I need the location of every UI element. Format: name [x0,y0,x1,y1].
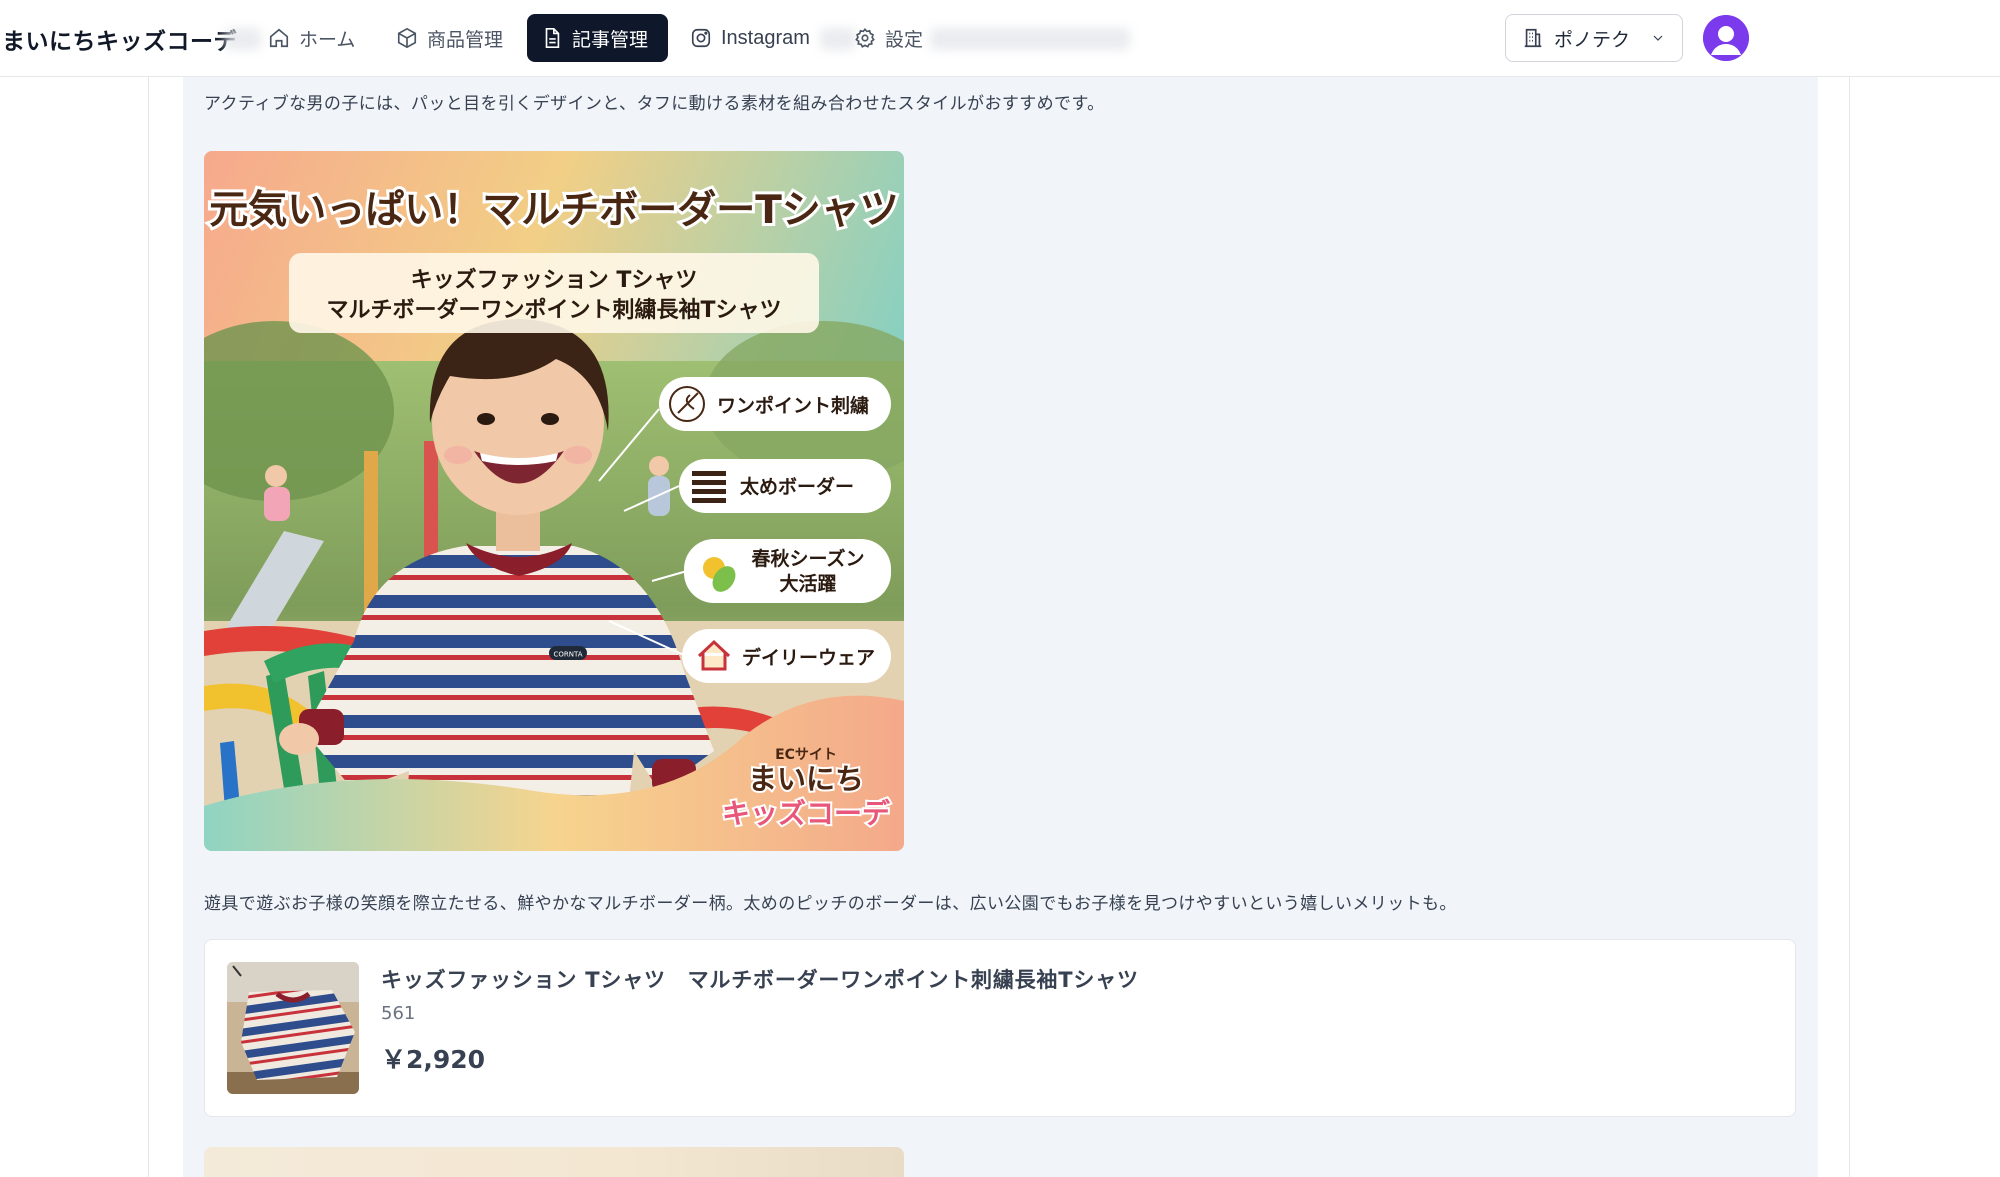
product-title[interactable]: キッズファッション Tシャツ マルチボーダーワンポイント刺繍長袖Tシャツ [381,964,1139,994]
nav-settings-label: 設定 [885,28,924,51]
box-icon [397,27,417,49]
badge-embroidery-label: ワンポイント刺繍 [717,394,869,417]
user-icon [1703,15,1749,61]
badge-season-label-2: 大活躍 [779,572,836,595]
hero-logo-small: ECサイト [775,747,837,763]
gear-icon [855,28,875,48]
badge-season: 春秋シーズン 大活躍 [684,539,891,603]
hero-logo-line1: まいにち [748,762,864,796]
hero-headline: 元気いっぱい！マルチボーダーTシャツ [209,188,899,233]
nav-articles[interactable]: 記事管理 [527,14,668,62]
article-hero-image: CORNTA 元気いっぱい！マルチボーダーTシャツ キッズファッション Tシャツ… [204,151,904,851]
nav-products[interactable]: 商品管理 [382,14,517,62]
product-card[interactable]: キッズファッション Tシャツ マルチボーダーワンポイント刺繍長袖Tシャツ 561… [204,939,1796,1117]
shirt-brand-tag: CORNTA [553,651,582,659]
next-article-image [204,1147,904,1177]
home-icon [269,28,289,48]
nav-products-label: 商品管理 [427,28,504,51]
product-thumbnail [227,962,359,1094]
badge-season-label-1: 春秋シーズン [751,547,864,570]
product-count: 561 [381,1003,416,1024]
blurred-label [930,28,1130,50]
badge-daily-wear-label: デイリーウェア [742,646,875,669]
hero-subtitle-line1: キッズファッション Tシャツ [411,267,698,293]
nav-settings[interactable]: 設定 [840,14,937,62]
badge-wide-stripe: 太めボーダー [679,459,891,513]
article-content: アクティブな男の子には、パッと目を引くデザインと、タフに動ける素材を組み合わせた… [183,77,1818,1177]
nav-instagram[interactable]: Instagram [676,14,824,62]
nav-home-label: ホーム [299,28,356,51]
nav-articles-label: 記事管理 [572,28,649,51]
organization-name: ポノテク [1554,28,1631,51]
user-avatar[interactable] [1703,15,1749,61]
chevron-down-icon [1653,35,1663,41]
instagram-icon [691,28,711,48]
hero-logo-line2: キッズコーデ [722,797,891,830]
brand-logo-text[interactable]: まいにちキッズコーデ [2,22,237,56]
top-navigation-bar: まいにちキッズコーデ ホーム 商品管理 記事管理 Instagram 設定 ポノ… [0,0,2000,77]
organization-selector[interactable]: ポノテク [1505,14,1683,62]
nav-home[interactable]: ホーム [254,14,369,62]
badge-wide-stripe-label: 太めボーダー [740,475,854,498]
document-icon [545,28,560,48]
nav-instagram-label: Instagram [721,26,810,49]
badge-embroidery: ワンポイント刺繍 [659,377,891,431]
article-body-paragraph: 遊具で遊ぶお子様の笑顔を際立たせる、鮮やかなマルチボーダー柄。太めのピッチのボー… [204,894,1457,914]
building-icon [1524,28,1542,48]
product-price: ￥2,920 [381,1045,486,1074]
hero-subtitle-line2: マルチボーダーワンポイント刺繍長袖Tシャツ [326,297,781,323]
badge-daily-wear: デイリーウェア [682,629,891,683]
article-intro-paragraph: アクティブな男の子には、パッと目を引くデザインと、タフに動ける素材を組み合わせた… [204,94,1105,114]
